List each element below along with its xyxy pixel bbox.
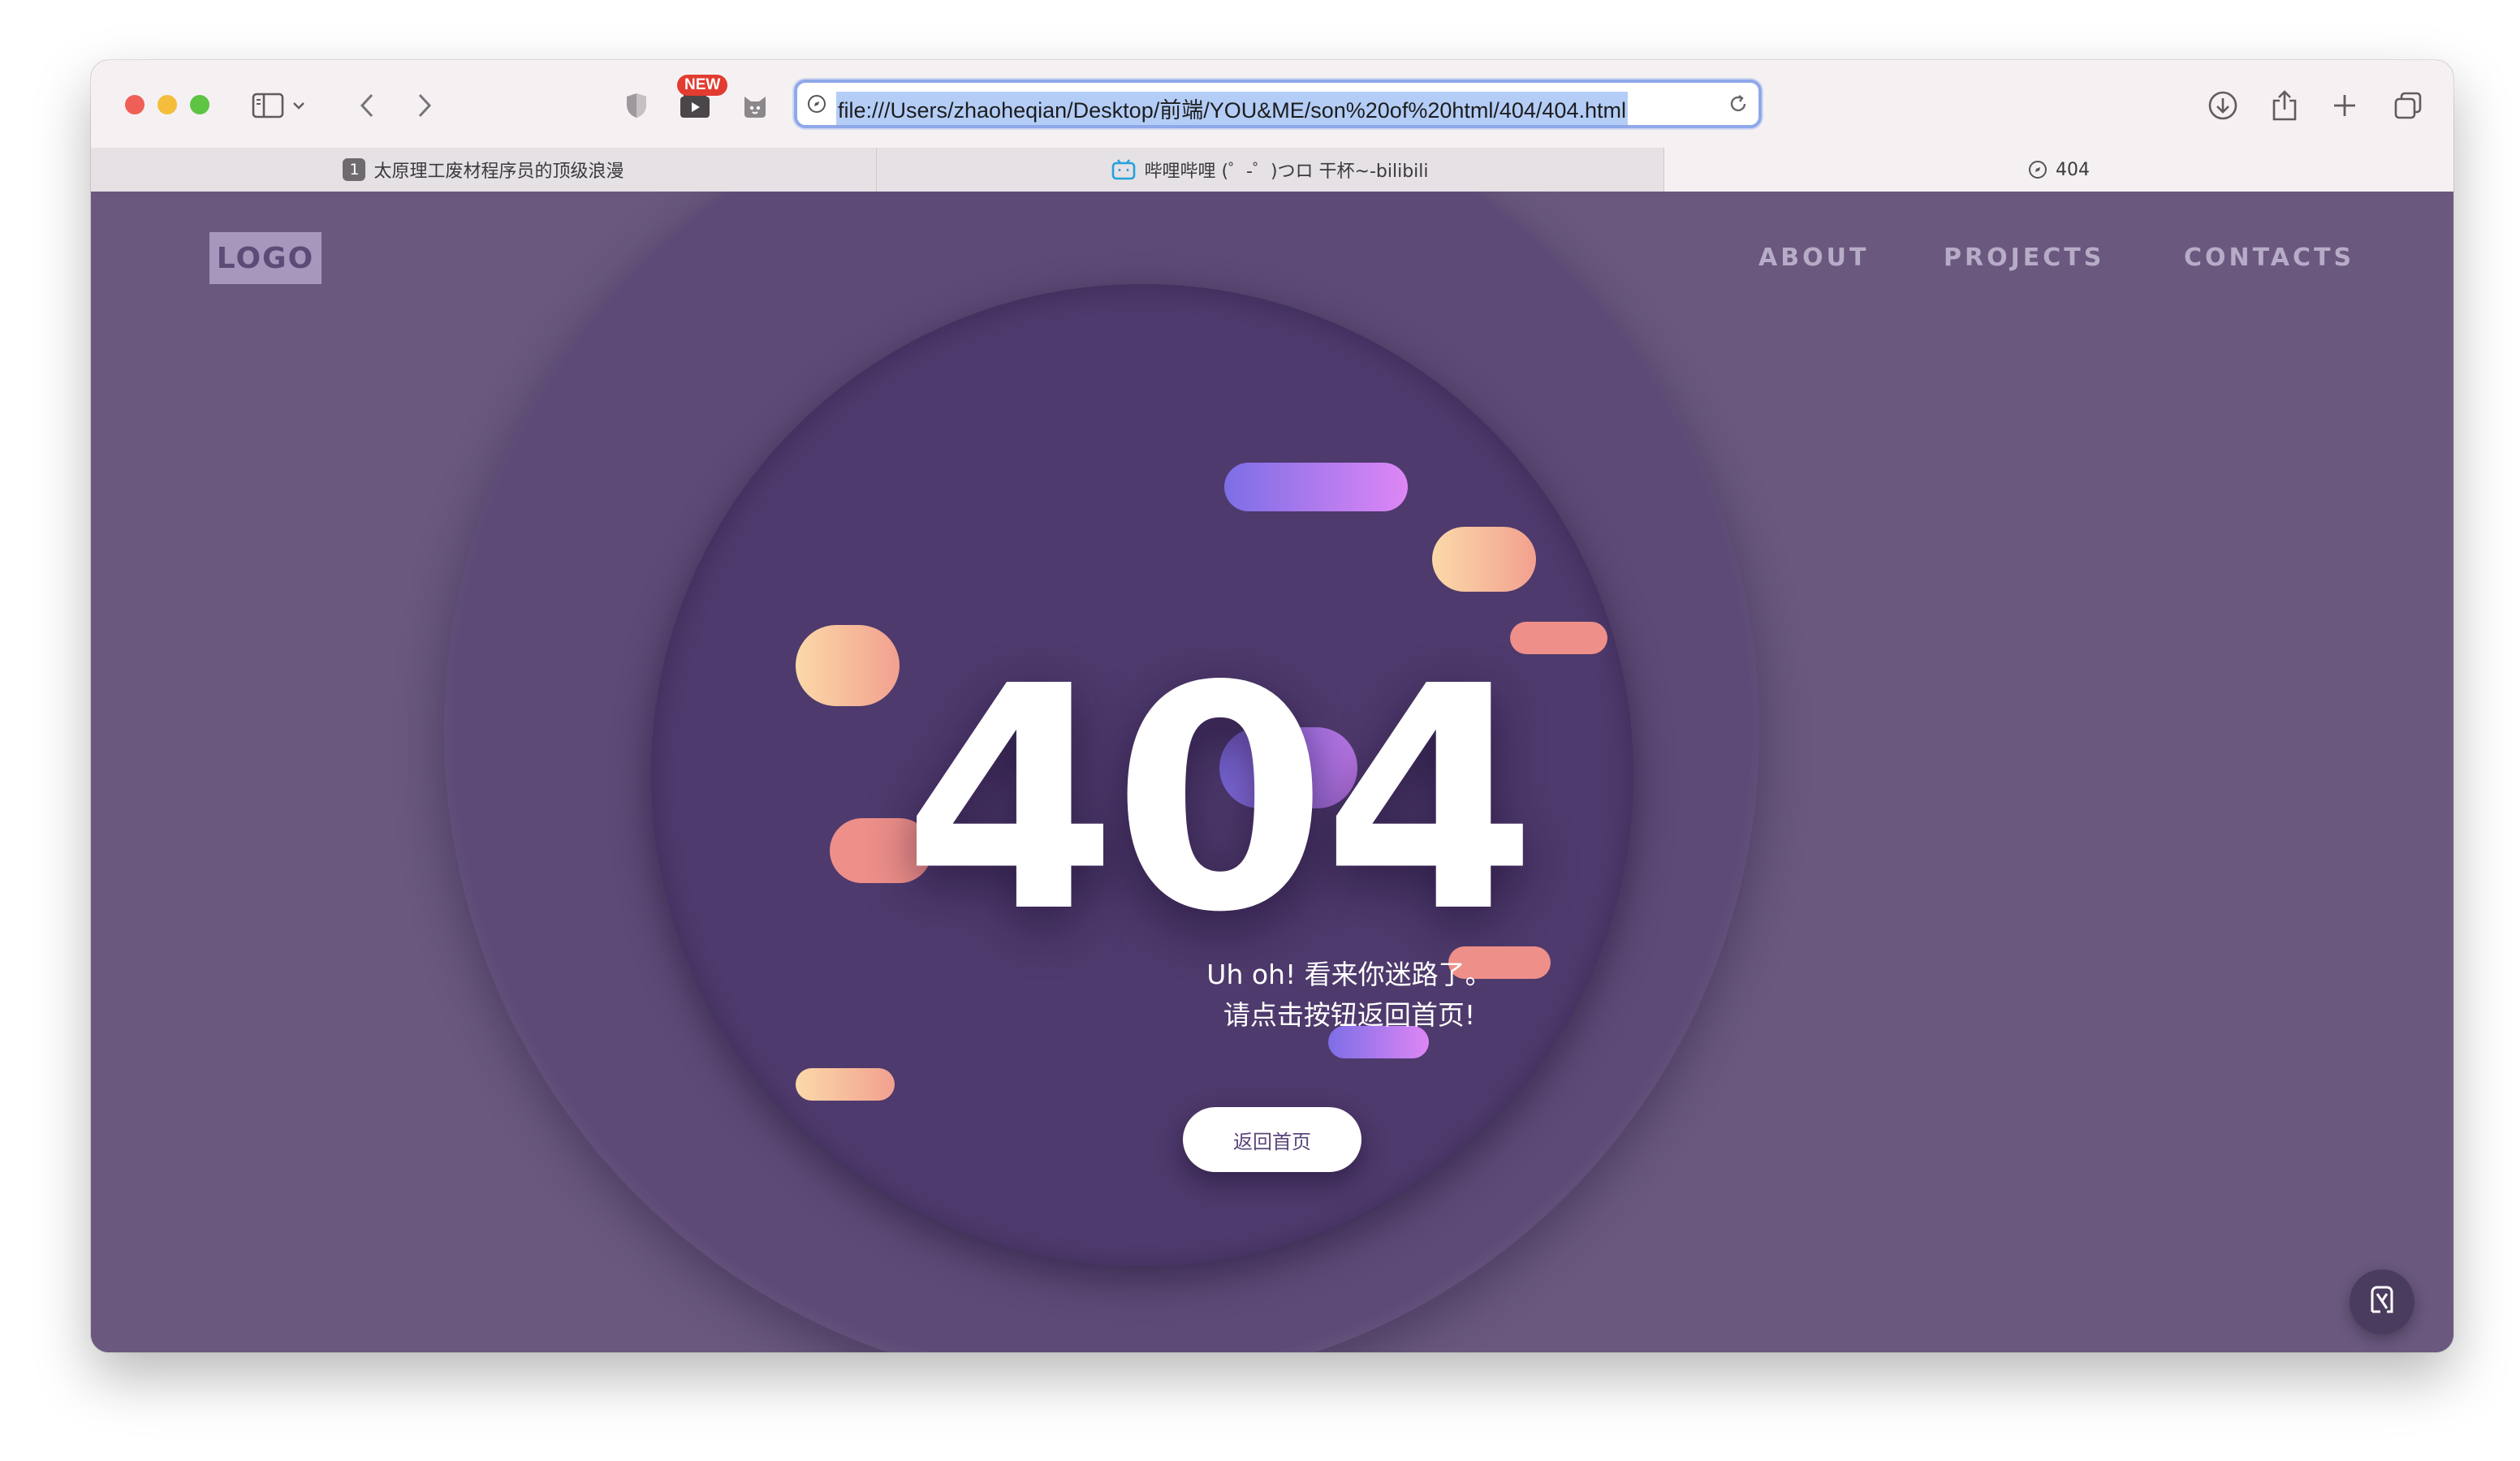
sidebar-icon[interactable] [245, 83, 291, 128]
compass-favicon-icon [2028, 160, 2048, 179]
tabs-overview-icon[interactable] [2385, 83, 2431, 128]
cat-extension-icon[interactable] [732, 83, 778, 128]
plus-icon[interactable] [2322, 83, 2367, 128]
bilibili-tv-icon [1111, 159, 1136, 180]
compass-icon [807, 94, 826, 118]
tab-label: 太原理工废材程序员的顶级浪漫 [373, 162, 624, 182]
address-bar[interactable]: file:///Users/zhaoheqian/Desktop/前端/YOU&… [794, 80, 1762, 128]
tab-1[interactable]: 1 太原理工废材程序员的顶级浪漫 [91, 148, 877, 192]
site-logo[interactable]: LOGO [209, 232, 321, 284]
nav-contacts[interactable]: CONTACTS [2184, 244, 2354, 272]
chevron-right-icon[interactable] [402, 83, 447, 128]
chevron-left-icon[interactable] [344, 83, 390, 128]
reload-icon[interactable] [1728, 93, 1749, 119]
purple-pill-top [1224, 463, 1408, 511]
tab-label: 404 [2056, 159, 2090, 180]
browser-window: NEW file:///Users/zhaoheqian/Desktop/前端/… [91, 60, 2453, 1352]
shield-icon[interactable] [614, 83, 659, 128]
minimize-window-button[interactable] [158, 95, 177, 114]
tab-3-active[interactable]: 404 [1664, 148, 2453, 192]
error-message: Uh oh! 看来你迷路了。 请点击按钮返回首页! [984, 955, 1715, 1036]
peach-pill-bottom-left [796, 1068, 895, 1101]
error-message-line-2: 请点击按钮返回首页! [1223, 999, 1476, 1031]
chevron-down-icon[interactable] [289, 83, 309, 128]
bookmark-icon [2366, 1284, 2398, 1321]
number-favicon-icon: 1 [343, 158, 366, 181]
tab-2[interactable]: 哔哩哔哩 (゜-゜)つロ 干杯~-bilibili [877, 148, 1664, 192]
return-home-button[interactable]: 返回首页 [1183, 1107, 1361, 1172]
error-message-line-1: Uh oh! 看来你迷路了。 [1206, 959, 1492, 990]
download-icon[interactable] [2200, 83, 2246, 128]
peach-pill-right [1432, 527, 1536, 592]
page-viewport: LOGO ABOUT PROJECTS CONTACTS 404 Uh oh! … [91, 192, 2453, 1352]
new-badge: NEW [677, 75, 728, 96]
browser-toolbar: NEW file:///Users/zhaoheqian/Desktop/前端/… [91, 60, 2453, 149]
tab-label: 哔哩哔哩 (゜-゜)つロ 干杯~-bilibili [1144, 162, 1429, 182]
close-window-button[interactable] [125, 95, 145, 114]
floating-bookmark-button[interactable] [2350, 1269, 2414, 1334]
address-url[interactable]: file:///Users/zhaoheqian/Desktop/前端/YOU&… [836, 92, 1628, 125]
zoom-window-button[interactable] [190, 95, 209, 114]
nav-about[interactable]: ABOUT [1758, 244, 1869, 272]
tab-favicon-number: 1 [343, 158, 366, 181]
share-icon[interactable] [2262, 83, 2307, 128]
nav-projects[interactable]: PROJECTS [1944, 244, 2104, 272]
error-code-404: 404 [903, 620, 1537, 980]
tab-bar: 1 太原理工废材程序员的顶级浪漫 哔哩哔哩 (゜-゜)つロ 干杯~-bilibi… [91, 148, 2453, 192]
peach-pill-left [796, 625, 900, 706]
